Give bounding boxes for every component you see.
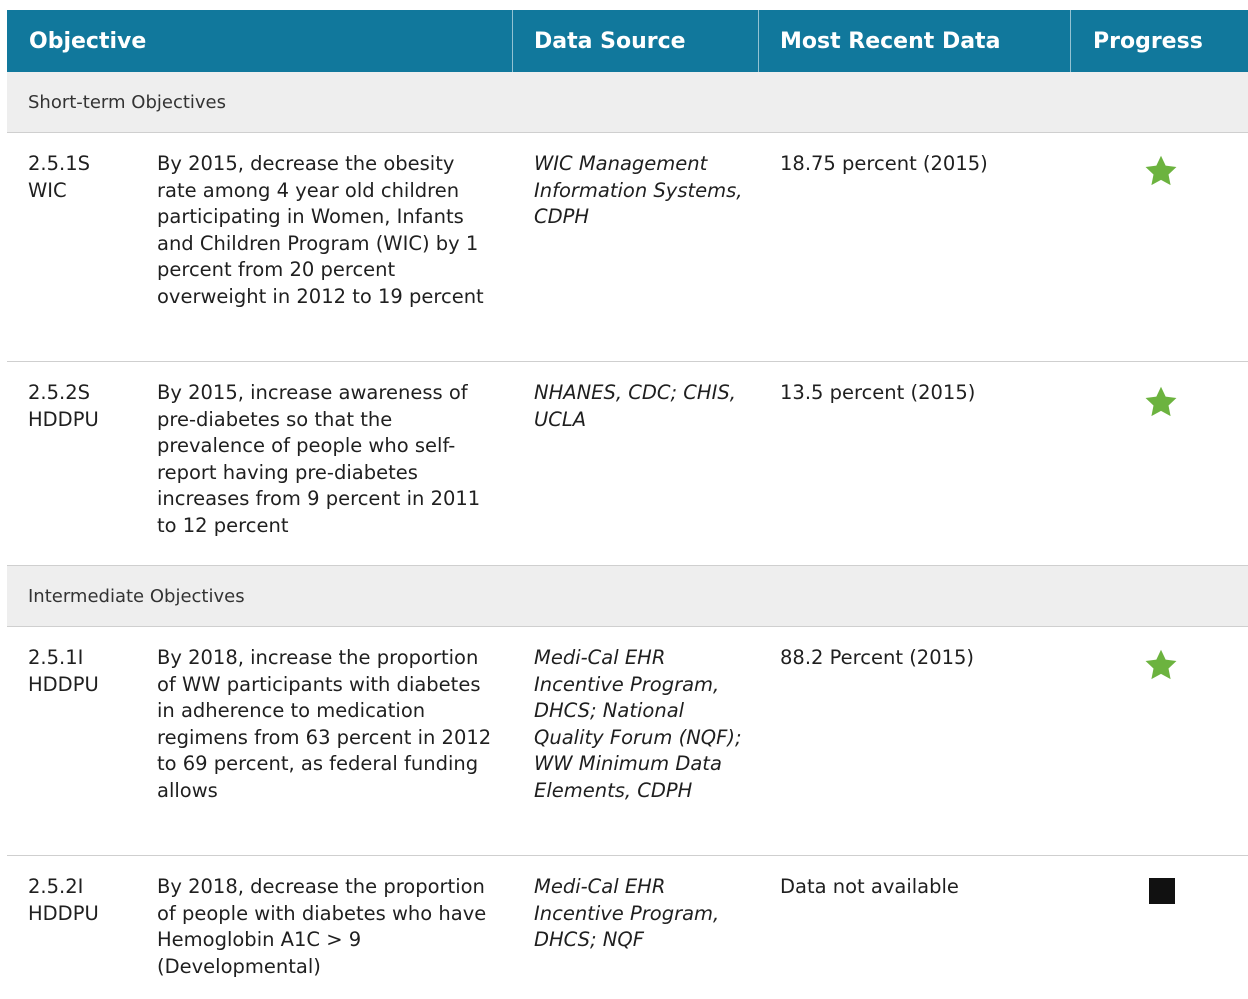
objective-number: 2.5.1S	[28, 152, 90, 175]
header-data-source: Data Source	[534, 28, 686, 54]
objective-id: 2.5.2I HDDPU	[28, 874, 138, 927]
objective-program: HDDPU	[28, 672, 99, 696]
table-row: 2.5.2S HDDPU By 2015, increase awareness…	[7, 362, 1248, 565]
header-progress: Progress	[1093, 28, 1203, 54]
table-row: 2.5.2I HDDPU By 2018, decrease the propo…	[7, 856, 1248, 999]
table-row: 2.5.1S WIC By 2015, decrease the obesity…	[7, 133, 1248, 361]
objective-id: 2.5.1I HDDPU	[28, 645, 138, 698]
data-source: Medi-Cal EHR Incentive Program, DHCS; Na…	[534, 646, 742, 802]
data-source: WIC Management Information Systems, CDPH	[534, 152, 743, 228]
objective-id: 2.5.1S WIC	[28, 151, 138, 204]
star-icon	[1143, 153, 1179, 189]
header-most-recent-data: Most Recent Data	[780, 28, 1001, 54]
most-recent-data: Data not available	[780, 875, 959, 898]
objective-program: WIC	[28, 178, 67, 202]
objective-text: By 2018, decrease the proportion of peop…	[157, 875, 487, 978]
objective-number: 2.5.2I	[28, 875, 84, 898]
square-icon	[1149, 878, 1175, 904]
objective-program: HDDPU	[28, 407, 99, 431]
star-icon	[1143, 647, 1179, 683]
header-divider	[758, 10, 759, 72]
data-source: NHANES, CDC; CHIS, UCLA	[534, 381, 736, 431]
objective-number: 2.5.2S	[28, 381, 90, 404]
objective-number: 2.5.1I	[28, 646, 84, 669]
header-divider	[512, 10, 513, 72]
objective-program: HDDPU	[28, 901, 99, 925]
header-divider	[1070, 10, 1071, 72]
table-row: 2.5.1I HDDPU By 2018, increase the propo…	[7, 627, 1248, 855]
section-short-term: Short-term Objectives	[7, 72, 1248, 132]
data-source: Medi-Cal EHR Incentive Program, DHCS; NQ…	[534, 875, 720, 951]
objective-id: 2.5.2S HDDPU	[28, 380, 138, 433]
star-icon	[1143, 384, 1179, 420]
table-header: Objective Data Source Most Recent Data P…	[7, 10, 1248, 72]
objective-text: By 2015, decrease the obesity rate among…	[157, 152, 484, 308]
most-recent-data: 13.5 percent (2015)	[780, 381, 976, 404]
most-recent-data: 88.2 Percent (2015)	[780, 646, 975, 669]
section-intermediate: Intermediate Objectives	[7, 566, 1248, 626]
objective-text: By 2018, increase the proportion of WW p…	[157, 646, 492, 802]
header-objective: Objective	[29, 28, 147, 54]
objective-text: By 2015, increase awareness of pre-diabe…	[157, 381, 481, 537]
most-recent-data: 18.75 percent (2015)	[780, 152, 988, 175]
